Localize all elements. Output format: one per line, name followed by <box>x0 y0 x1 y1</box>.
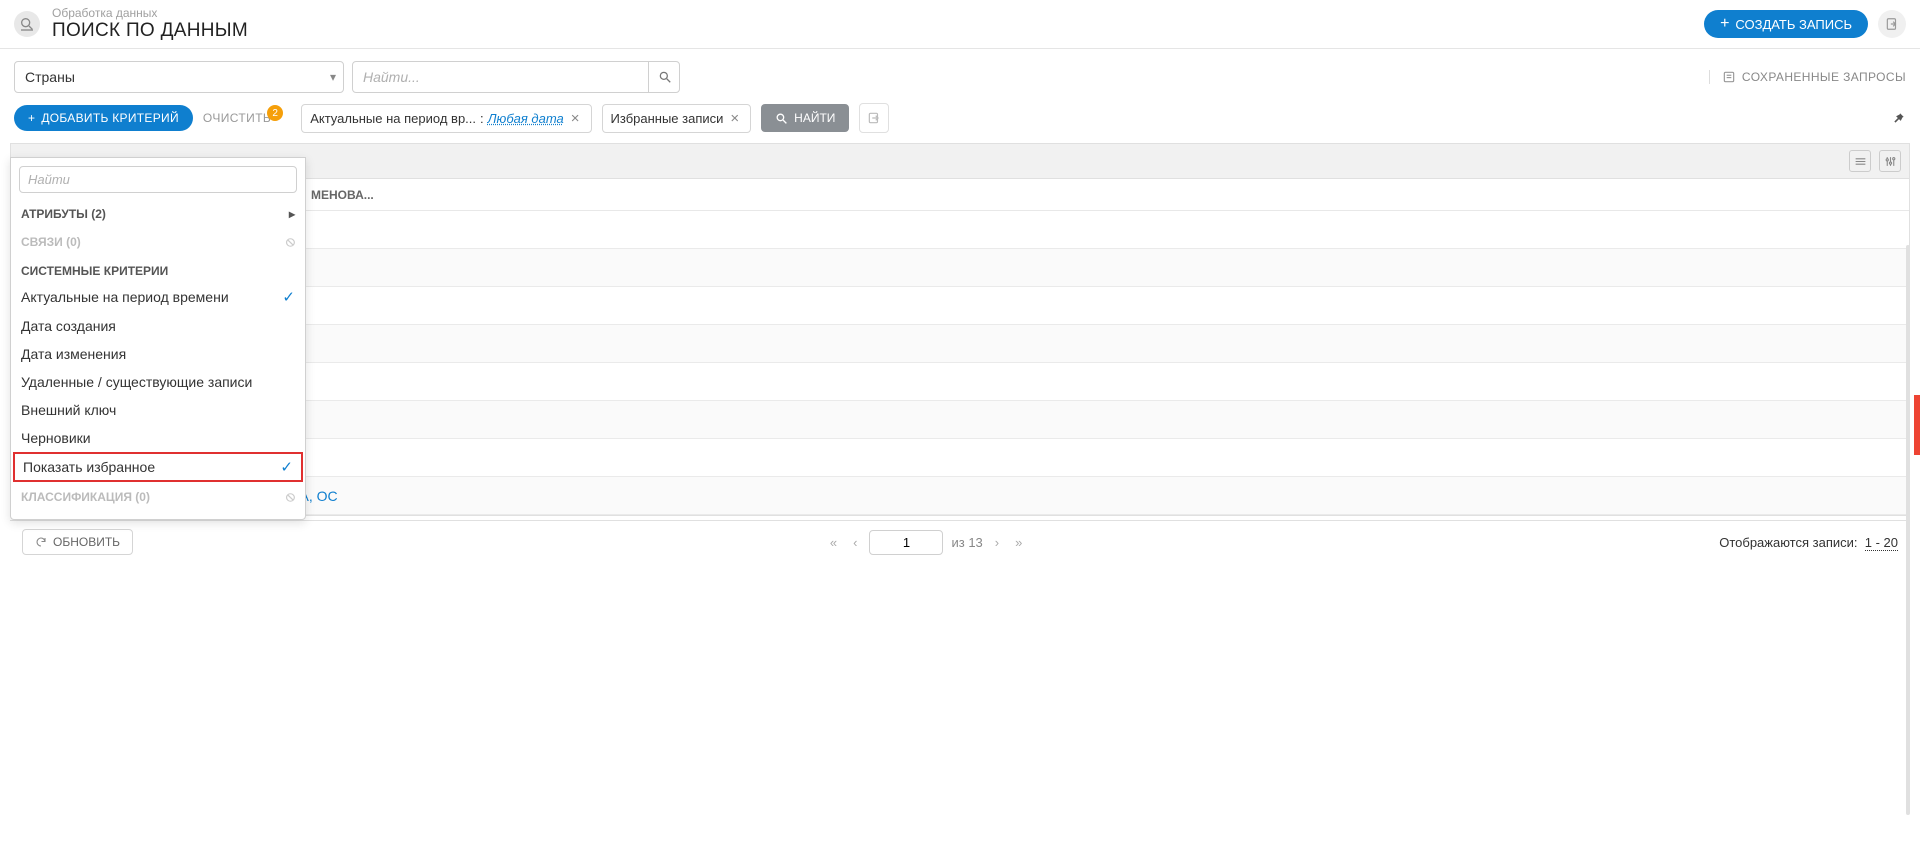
dd-heading-system: СИСТЕМНЫЕ КРИТЕРИИ <box>11 256 305 282</box>
dd-section-label: АТРИБУТЫ (2) <box>21 207 106 221</box>
export-icon[interactable] <box>1878 10 1906 38</box>
clear-count-badge: 2 <box>267 105 283 121</box>
chip-label: Избранные записи <box>611 111 724 126</box>
export-results-icon[interactable] <box>859 103 889 133</box>
columns-icon[interactable] <box>1849 150 1871 172</box>
plus-icon: + <box>28 111 35 125</box>
dd-section-attributes[interactable]: АТРИБУТЫ (2) ▸ <box>11 201 305 227</box>
dd-item-label: Внешний ключ <box>21 402 116 418</box>
dd-item-period[interactable]: Актуальные на период времени ✓ <box>11 282 305 312</box>
showing-label: Отображаются записи: <box>1719 535 1857 550</box>
plus-icon: + <box>1720 16 1729 32</box>
page-of-label: из 13 <box>951 535 982 550</box>
dd-item-drafts[interactable]: Черновики <box>11 424 305 452</box>
first-page-icon[interactable]: « <box>826 535 841 550</box>
dd-item-label: Дата создания <box>21 318 116 334</box>
dd-item-show-favorites[interactable]: Показать избранное ✓ <box>13 452 303 482</box>
create-record-button[interactable]: + СОЗДАТЬ ЗАПИСЬ <box>1704 10 1868 38</box>
dd-section-relations: СВЯЗИ (0) ⦸ <box>11 227 305 256</box>
find-button[interactable]: НАЙТИ <box>761 104 849 132</box>
dd-item-label: Удаленные / существующие записи <box>21 374 252 390</box>
app-icon <box>14 11 40 37</box>
dd-item-label: Показать избранное <box>23 459 155 475</box>
disabled-icon: ⦸ <box>286 488 295 505</box>
add-criterion-button[interactable]: + ДОБАВИТЬ КРИТЕРИЙ <box>14 105 193 131</box>
dd-item-modified[interactable]: Дата изменения <box>11 340 305 368</box>
chevron-right-icon: ▸ <box>289 207 295 221</box>
column-header-name[interactable]: МЕНОВА... <box>311 188 374 202</box>
vertical-scrollbar[interactable] <box>1906 245 1910 815</box>
side-indicator <box>1914 395 1920 455</box>
create-record-label: СОЗДАТЬ ЗАПИСЬ <box>1735 17 1852 32</box>
dd-item-label: Черновики <box>21 430 91 446</box>
chip-separator: : <box>480 111 484 126</box>
settings-icon[interactable] <box>1879 150 1901 172</box>
check-icon: ✓ <box>282 288 295 306</box>
criteria-search-input[interactable] <box>19 166 297 193</box>
add-criterion-label: ДОБАВИТЬ КРИТЕРИЙ <box>41 111 179 125</box>
disabled-icon: ⦸ <box>286 233 295 250</box>
find-label: НАЙТИ <box>794 111 835 125</box>
chip-date-link[interactable]: Любая дата <box>488 111 564 126</box>
refresh-label: ОБНОВИТЬ <box>53 535 120 549</box>
clear-button[interactable]: ОЧИСТИТЬ 2 <box>203 111 271 125</box>
search-button[interactable] <box>648 61 680 93</box>
filter-chip-favorites[interactable]: Избранные записи × <box>602 104 752 133</box>
dd-item-label: Дата изменения <box>21 346 126 362</box>
page-input[interactable] <box>869 530 943 555</box>
dd-item-deleted[interactable]: Удаленные / существующие записи <box>11 368 305 396</box>
criteria-dropdown: АТРИБУТЫ (2) ▸ СВЯЗИ (0) ⦸ СИСТЕМНЫЕ КРИ… <box>10 157 306 520</box>
search-input[interactable] <box>352 61 680 93</box>
dd-item-external-key[interactable]: Внешний ключ <box>11 396 305 424</box>
prev-page-icon[interactable]: ‹ <box>849 535 861 550</box>
entity-select-value[interactable] <box>14 61 344 93</box>
saved-queries-link[interactable]: СОХРАНЕННЫЕ ЗАПРОСЫ <box>1709 70 1906 84</box>
showing-range[interactable]: 1 - 20 <box>1865 535 1898 551</box>
chip-close-icon[interactable]: × <box>568 110 583 127</box>
breadcrumb: Обработка данных <box>52 6 1704 20</box>
refresh-button[interactable]: ОБНОВИТЬ <box>22 529 133 555</box>
filter-chip-period[interactable]: Актуальные на период вр... : Любая дата … <box>301 104 591 133</box>
dd-section-classification: КЛАССИФИКАЦИЯ (0) ⦸ <box>11 482 305 511</box>
dd-section-label: СВЯЗИ (0) <box>21 235 81 249</box>
check-icon: ✓ <box>280 458 293 476</box>
dd-item-created[interactable]: Дата создания <box>11 312 305 340</box>
dd-item-label: Актуальные на период времени <box>21 289 229 305</box>
last-page-icon[interactable]: » <box>1011 535 1026 550</box>
next-page-icon[interactable]: › <box>991 535 1003 550</box>
chip-close-icon[interactable]: × <box>727 110 742 127</box>
pin-icon[interactable] <box>1892 111 1906 125</box>
clear-label: ОЧИСТИТЬ <box>203 111 271 125</box>
saved-queries-label: СОХРАНЕННЫЕ ЗАПРОСЫ <box>1742 70 1906 84</box>
chip-label: Актуальные на период вр... <box>310 111 476 126</box>
dd-section-label: КЛАССИФИКАЦИЯ (0) <box>21 490 150 504</box>
page-title: ПОИСК ПО ДАННЫМ <box>52 20 1704 42</box>
entity-select[interactable]: ▾ <box>14 61 344 93</box>
